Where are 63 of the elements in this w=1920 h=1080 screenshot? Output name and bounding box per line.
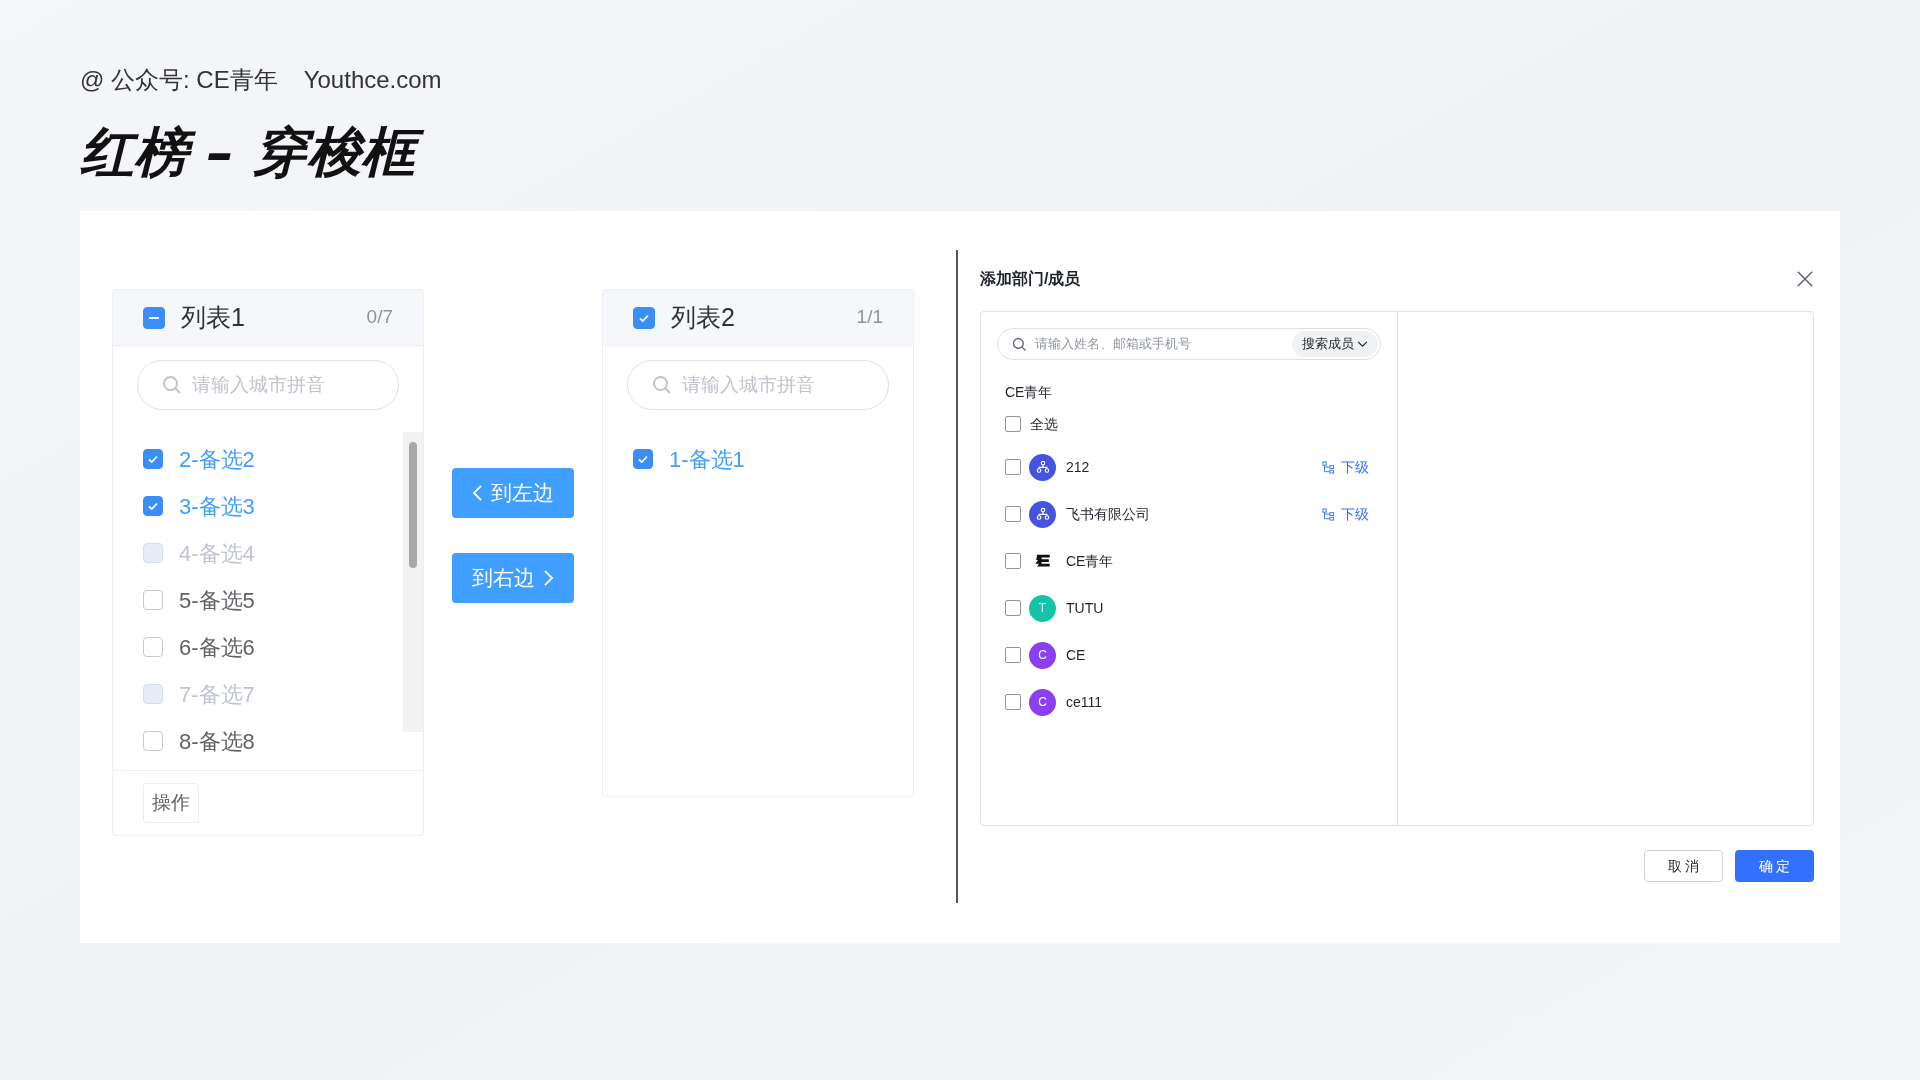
item-count: 0/7 xyxy=(366,305,393,330)
cancel-button[interactable]: 取 消 xyxy=(1644,850,1723,882)
checkbox[interactable] xyxy=(1005,506,1021,522)
chevron-left-icon xyxy=(472,484,483,502)
panel-title: 列表1 xyxy=(181,301,246,333)
select-all-row[interactable]: 全选 xyxy=(1005,413,1369,435)
chevron-down-icon xyxy=(1357,340,1368,348)
member-row[interactable]: C CE xyxy=(1005,640,1369,670)
search-input[interactable]: 请输入城市拼音 xyxy=(192,370,372,400)
avatar: C xyxy=(1029,688,1056,716)
checkbox[interactable] xyxy=(143,449,163,469)
site-text: Youthce.com xyxy=(303,65,442,95)
checkbox[interactable] xyxy=(1005,416,1021,432)
avatar: T xyxy=(1029,594,1056,622)
hierarchy-icon xyxy=(1322,460,1335,474)
credit-text: @ 公众号: CE青年 xyxy=(80,65,278,95)
search-icon xyxy=(162,375,182,395)
close-icon[interactable] xyxy=(1796,270,1814,288)
member-row[interactable]: T TUTU xyxy=(1005,593,1369,623)
search-field[interactable]: 请输入城市拼音 xyxy=(137,360,399,410)
checkbox[interactable] xyxy=(143,306,165,329)
search-icon xyxy=(652,375,672,395)
department-icon xyxy=(1029,500,1056,528)
checkbox[interactable] xyxy=(1005,600,1021,616)
group-label: CE青年 xyxy=(1005,383,1054,402)
checkbox[interactable] xyxy=(143,590,163,610)
search-scope-dropdown[interactable]: 搜索成员 xyxy=(1292,331,1378,357)
department-icon xyxy=(1029,453,1056,481)
checkbox[interactable] xyxy=(1005,553,1021,569)
item-count: 1/1 xyxy=(856,305,883,330)
subordinate-link[interactable]: 下级 xyxy=(1322,503,1369,525)
check-icon xyxy=(637,453,649,465)
chevron-right-icon xyxy=(543,569,554,587)
checkbox[interactable] xyxy=(1005,647,1021,663)
search-input[interactable]: 请输入城市拼音 xyxy=(682,370,862,400)
avatar: C xyxy=(1029,641,1056,669)
member-row[interactable]: C ce111 xyxy=(1005,687,1369,717)
check-icon xyxy=(147,500,159,512)
checkbox[interactable] xyxy=(143,637,163,657)
transfer-item[interactable]: 8-备选8 xyxy=(143,726,403,756)
hierarchy-icon xyxy=(1322,507,1335,521)
transfer-item[interactable]: 5-备选5 xyxy=(143,585,403,615)
checkbox[interactable] xyxy=(633,306,655,329)
checkbox[interactable] xyxy=(143,496,163,516)
member-row[interactable]: 飞书有限公司 下级 xyxy=(1005,499,1369,529)
action-button[interactable]: 操作 xyxy=(143,783,199,823)
page-title: 红榜 – 穿梭框 xyxy=(0,112,1920,193)
checkbox[interactable] xyxy=(633,449,653,469)
scrollbar[interactable] xyxy=(403,432,423,732)
search-field[interactable]: 请输入城市拼音 xyxy=(627,360,889,410)
confirm-button[interactable]: 确 定 xyxy=(1735,850,1814,882)
dialog-title: 添加部门/成员 xyxy=(980,269,1081,289)
panel-title: 列表2 xyxy=(671,301,736,333)
checkbox[interactable] xyxy=(1005,459,1021,475)
member-row[interactable]: 212 下级 xyxy=(1005,452,1369,482)
search-input[interactable]: 请输入姓名、邮箱或手机号 xyxy=(1035,334,1284,354)
subordinate-link[interactable]: 下级 xyxy=(1322,456,1369,478)
member-row[interactable]: CE青年 xyxy=(1005,546,1369,576)
checkbox[interactable] xyxy=(143,731,163,751)
transfer-item[interactable]: 6-备选6 xyxy=(143,632,403,662)
search-icon xyxy=(1012,336,1027,352)
check-icon xyxy=(147,453,159,465)
checkbox[interactable] xyxy=(1005,694,1021,710)
